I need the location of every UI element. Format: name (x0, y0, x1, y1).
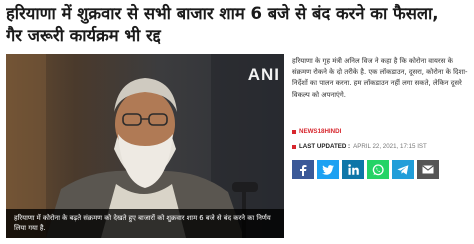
article-photo[interactable]: ANI हरियाणा में कोरोना के बढ़ते संक्रमण … (6, 54, 284, 238)
facebook-icon (300, 164, 307, 176)
share-bar (292, 160, 439, 179)
article-summary: हरियाणा के गृह मंत्री अनिल विज ने कहा है… (292, 57, 468, 99)
headline-line-2: गैर जरूरी कार्यक्रम भी रद्द (6, 26, 161, 45)
email-share-button[interactable] (417, 160, 439, 179)
linkedin-icon (347, 164, 359, 175)
photo-caption: हरियाणा में कोरोना के बढ़ते संक्रमण को द… (6, 209, 284, 238)
source-bullet-icon (292, 129, 296, 134)
source-row: NEWS18HINDI (292, 128, 470, 135)
whatsapp-icon (372, 163, 384, 175)
linkedin-share-button[interactable] (342, 160, 364, 179)
article-headline: हरियाणा में शुक्रवार से सभी बाजार शाम 6 … (6, 3, 468, 47)
telegram-icon (397, 164, 409, 175)
whatsapp-share-button[interactable] (367, 160, 389, 179)
telegram-share-button[interactable] (392, 160, 414, 179)
last-updated: LAST UPDATED : APRIL 22, 2021, 17:15 IST (292, 143, 427, 150)
last-updated-label: LAST UPDATED : (299, 143, 351, 150)
article-source[interactable]: NEWS18HINDI (299, 128, 341, 135)
headline-line-1: हरियाणा में शुक्रवार से सभी बाजार शाम 6 … (6, 4, 439, 23)
updated-bullet-icon (292, 144, 296, 149)
article-sidebar: हरियाणा के गृह मंत्री अनिल विज ने कहा है… (292, 56, 470, 101)
facebook-share-button[interactable] (292, 160, 314, 179)
email-icon (422, 165, 434, 174)
twitter-icon (322, 164, 334, 175)
twitter-share-button[interactable] (317, 160, 339, 179)
last-updated-value: APRIL 22, 2021, 17:15 IST (353, 143, 427, 150)
ani-watermark: ANI (247, 65, 280, 84)
